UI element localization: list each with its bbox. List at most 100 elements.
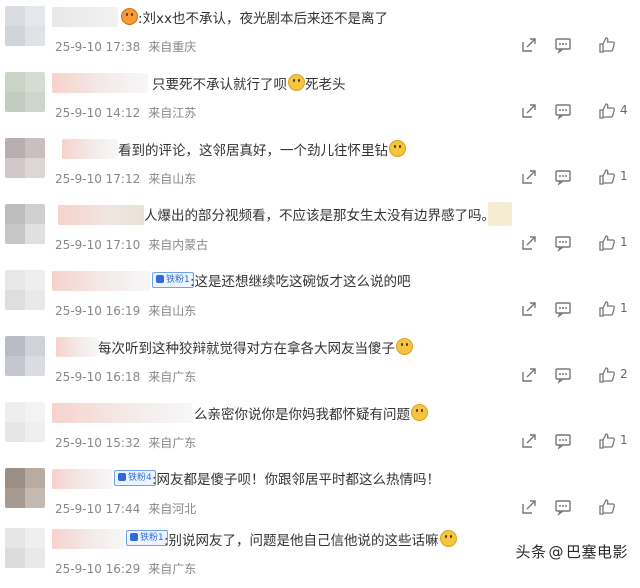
share-icon[interactable] — [520, 366, 538, 384]
comment-location: 来自广东 — [148, 370, 197, 384]
comment-text: :网友都是傻子呗！你跟邻居平时都这么热情吗！ — [152, 472, 441, 488]
username[interactable] — [52, 271, 150, 291]
comment-item: 每次听到这种狡辩就觉得对方在拿各大网友当傻子 25-9-10 16:18 来自广东… — [0, 330, 640, 396]
comment-meta: 25-9-10 17:38 来自重庆 — [55, 38, 196, 55]
like-button[interactable] — [598, 498, 634, 516]
comment-actions: 1 — [520, 234, 630, 252]
comment-date: 25-9-10 16:29 — [55, 562, 141, 576]
comment-icon[interactable] — [554, 168, 572, 186]
comment-icon[interactable] — [554, 432, 572, 450]
comment-actions: 1 — [520, 168, 630, 186]
watermark: 头条 @ 巴塞电影 — [515, 543, 628, 561]
like-button[interactable]: 1 — [598, 234, 634, 252]
fan-badge: 铁粉1 — [126, 530, 168, 546]
comment-date: 25-9-10 17:38 — [55, 40, 141, 54]
comment-icon[interactable] — [554, 498, 572, 516]
avatar[interactable] — [5, 6, 45, 46]
comment-item: 铁粉1 :这是还想继续吃这碗饭才这么说的吧 25-9-10 16:19 来自山东 … — [0, 264, 640, 330]
comment-meta: 25-9-10 17:10 来自内蒙古 — [55, 236, 208, 253]
comment-location: 来自河北 — [148, 502, 197, 516]
comment-text: 只要死不承认就行了呗 死老头 — [152, 74, 346, 95]
comment-icon[interactable] — [554, 102, 572, 120]
username[interactable] — [56, 337, 98, 357]
share-icon[interactable] — [520, 300, 538, 318]
comment-text: :别说网友了，问题是他自己信他说的这些话嘛 — [164, 530, 457, 551]
share-icon[interactable] — [520, 36, 538, 54]
thumbs-up-icon — [599, 499, 615, 515]
username[interactable] — [62, 139, 118, 159]
fan-badge: 铁粉4 — [114, 470, 156, 486]
avatar[interactable] — [5, 336, 45, 376]
share-icon[interactable] — [520, 168, 538, 186]
comment-icon[interactable] — [554, 300, 572, 318]
like-count: 4 — [620, 103, 628, 117]
comment-meta: 25-9-10 16:19 来自山东 — [55, 302, 196, 319]
comment-location: 来自广东 — [148, 562, 197, 576]
comment-icon[interactable] — [554, 234, 572, 252]
share-icon[interactable] — [520, 234, 538, 252]
emoji-icon — [121, 8, 138, 25]
comment-meta: 25-9-10 17:44 来自河北 — [55, 500, 196, 517]
comment-actions: 4 — [520, 102, 630, 120]
like-button[interactable]: 1 — [598, 300, 634, 318]
comment-date: 25-9-10 15:32 — [55, 436, 141, 450]
avatar[interactable] — [5, 468, 45, 508]
comment-meta: 25-9-10 14:12 来自江苏 — [55, 104, 196, 121]
thumbs-up-icon — [599, 433, 615, 449]
comment-item: 么亲密你说你是你妈我都怀疑有问题 25-9-10 15:32 来自广东 1 — [0, 396, 640, 462]
comment-text: :刘xx也不承认，夜光剧本后来还不是离了 — [120, 8, 388, 29]
share-icon[interactable] — [520, 498, 538, 516]
emoji-icon — [389, 140, 406, 157]
share-icon[interactable] — [520, 432, 538, 450]
comment-location: 来自内蒙古 — [148, 238, 209, 252]
comment-actions: 1 — [520, 432, 630, 450]
like-button[interactable]: 1 — [598, 168, 634, 186]
comment-list: :刘xx也不承认，夜光剧本后来还不是离了 25-9-10 17:38 来自重庆 只… — [0, 0, 640, 576]
comment-location: 来自广东 — [148, 436, 197, 450]
thumbs-up-icon — [599, 301, 615, 317]
username[interactable] — [52, 403, 192, 423]
avatar[interactable] — [5, 138, 45, 178]
like-count: 1 — [620, 169, 628, 183]
comment-date: 25-9-10 17:10 — [55, 238, 141, 252]
avatar[interactable] — [5, 528, 45, 568]
comment-location: 来自山东 — [148, 304, 197, 318]
comment-date: 25-9-10 16:18 — [55, 370, 141, 384]
avatar[interactable] — [5, 72, 45, 112]
thumbs-up-icon — [599, 169, 615, 185]
share-icon[interactable] — [520, 102, 538, 120]
thumbs-up-icon — [599, 235, 615, 251]
fan-badge: 铁粉1 — [152, 272, 194, 288]
like-count: 1 — [620, 235, 628, 249]
like-button[interactable]: 4 — [598, 102, 634, 120]
username[interactable] — [52, 469, 112, 489]
username[interactable] — [58, 205, 144, 225]
image-thumbnail[interactable] — [488, 202, 512, 226]
username[interactable] — [52, 529, 124, 549]
comment-item: :刘xx也不承认，夜光剧本后来还不是离了 25-9-10 17:38 来自重庆 — [0, 0, 640, 66]
comment-location: 来自重庆 — [148, 40, 197, 54]
like-button[interactable]: 1 — [598, 432, 634, 450]
comment-item: 人爆出的部分视频看，不应该是那女生太没有边界感了吗。 25-9-10 17:10… — [0, 198, 640, 264]
emoji-icon — [288, 74, 305, 91]
comment-actions — [520, 36, 630, 54]
comment-text: 看到的评论，这邻居真好，一个劲儿往怀里钻 — [118, 140, 406, 161]
thumbs-up-icon — [599, 103, 615, 119]
comment-icon[interactable] — [554, 36, 572, 54]
avatar[interactable] — [5, 402, 45, 442]
comment-meta: 25-9-10 16:18 来自广东 — [55, 368, 196, 385]
username[interactable] — [52, 7, 118, 27]
comment-icon[interactable] — [554, 366, 572, 384]
username[interactable] — [52, 73, 148, 93]
like-button[interactable]: 2 — [598, 366, 634, 384]
comment-meta: 25-9-10 16:29 来自广东 — [55, 560, 196, 577]
like-button[interactable] — [598, 36, 634, 54]
badge-icon — [118, 473, 126, 481]
avatar[interactable] — [5, 204, 45, 244]
comment-text: 么亲密你说你是你妈我都怀疑有问题 — [194, 404, 428, 425]
comment-location: 来自江苏 — [148, 106, 197, 120]
like-count: 2 — [620, 367, 628, 381]
comment-date: 25-9-10 17:44 — [55, 502, 141, 516]
avatar[interactable] — [5, 270, 45, 310]
comment-meta: 25-9-10 17:12 来自山东 — [55, 170, 196, 187]
